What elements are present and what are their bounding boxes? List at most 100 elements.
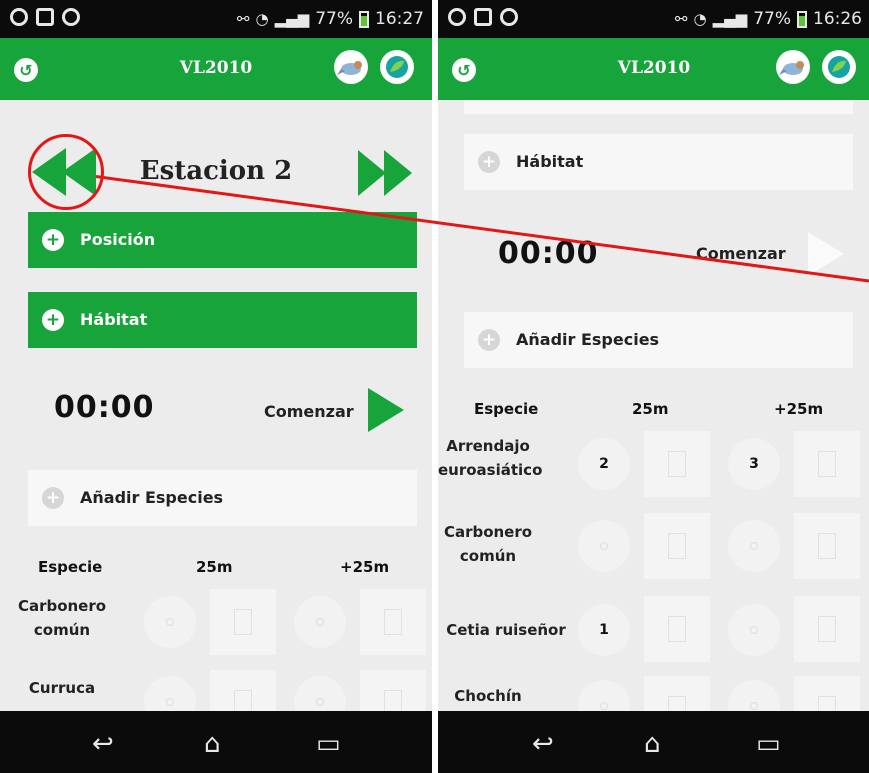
start-button[interactable] — [808, 232, 844, 276]
clock: 16:26 — [813, 9, 862, 29]
home-icon[interactable]: ⌂ — [644, 729, 661, 759]
calculator-plus25m-button[interactable] — [360, 670, 426, 711]
plus25m-column-header: +25m — [340, 558, 390, 576]
add-species-section[interactable]: + Añadir Especies — [28, 470, 417, 526]
notification-icon — [448, 8, 466, 26]
image-icon — [36, 8, 54, 26]
calculator-25m-button[interactable] — [210, 670, 276, 711]
25m-column-header: 25m — [632, 400, 669, 418]
plus-icon: + — [478, 151, 500, 173]
count-plus25m[interactable] — [728, 604, 780, 656]
calculator-icon — [234, 609, 252, 635]
calculator-25m-button[interactable] — [644, 676, 710, 711]
leaf-icon — [828, 56, 850, 78]
leaf-button[interactable] — [822, 50, 856, 84]
battery-percent: 77% — [315, 9, 353, 29]
system-nav-bar: ↩ ⌂ ▭ — [438, 711, 869, 773]
leaf-button[interactable] — [380, 50, 414, 84]
count-25m[interactable] — [144, 676, 196, 711]
calculator-icon — [668, 533, 686, 559]
calculator-25m-button[interactable] — [644, 596, 710, 662]
calculator-icon — [668, 696, 686, 711]
notification-icon — [500, 8, 518, 26]
habitat-section[interactable]: + Hábitat — [28, 292, 417, 348]
position-section[interactable]: + Posición — [28, 212, 417, 268]
battery-icon — [797, 10, 807, 28]
plus25m-column-header: +25m — [774, 400, 824, 418]
leaf-icon — [386, 56, 408, 78]
signal-icon: ▂▄▆ — [274, 10, 310, 28]
species-name: Cetia ruiseñor — [446, 621, 566, 639]
status-bar: ⚯ ◔ ▂▄▆ 77% 16:26 — [438, 0, 869, 38]
app-bar: ↺ VL2010 — [0, 38, 432, 100]
mute-icon: ⚯ — [236, 10, 250, 28]
calculator-plus25m-button[interactable] — [794, 596, 860, 662]
count-25m[interactable] — [578, 680, 630, 711]
calculator-25m-button[interactable] — [644, 431, 710, 497]
system-nav-bar: ↩ ⌂ ▭ — [0, 711, 432, 773]
calculator-icon — [818, 451, 836, 477]
notification-icon — [62, 8, 80, 26]
calculator-icon — [668, 451, 686, 477]
wifi-icon: ◔ — [693, 10, 707, 28]
species-name: Arrendajo euroasiático — [438, 437, 543, 479]
calculator-plus25m-button[interactable] — [794, 431, 860, 497]
plus-icon: + — [42, 229, 64, 251]
calculator-25m-button[interactable] — [644, 513, 710, 579]
signal-icon: ▂▄▆ — [712, 10, 748, 28]
calculator-icon — [234, 690, 252, 711]
habitat-label: Hábitat — [80, 310, 148, 329]
add-species-section[interactable]: + Añadir Especies — [464, 312, 853, 368]
species-column-header: Especie — [38, 558, 103, 576]
recents-icon[interactable]: ▭ — [756, 729, 781, 759]
count-plus25m[interactable]: 3 — [728, 438, 780, 490]
plus-icon: + — [42, 309, 64, 331]
calculator-icon — [818, 696, 836, 711]
main-content: + Hábitat 00:00 Comenzar + Añadir Especi… — [438, 100, 869, 711]
count-25m[interactable] — [578, 520, 630, 572]
habitat-label: Hábitat — [516, 152, 584, 171]
timer: 00:00 — [54, 390, 155, 425]
calculator-plus25m-button[interactable] — [794, 513, 860, 579]
calculator-icon — [668, 616, 686, 642]
count-25m[interactable]: 1 — [578, 604, 630, 656]
count-25m[interactable] — [144, 596, 196, 648]
25m-column-header: 25m — [196, 558, 233, 576]
species-name: Carbonero común — [17, 597, 107, 639]
bird-button[interactable] — [334, 50, 368, 84]
add-species-label: Añadir Especies — [516, 330, 660, 349]
plus-icon: + — [42, 487, 64, 509]
bird-icon — [779, 61, 804, 75]
calculator-25m-button[interactable] — [210, 589, 276, 655]
back-nav-icon[interactable]: ↩ — [532, 729, 554, 759]
battery-percent: 77% — [753, 9, 791, 29]
calculator-icon — [384, 690, 402, 711]
species-name: Chochín — [454, 687, 522, 705]
wifi-icon: ◔ — [255, 10, 269, 28]
habitat-section[interactable]: + Hábitat — [464, 134, 853, 190]
home-icon[interactable]: ⌂ — [204, 729, 221, 759]
scrolled-section — [464, 100, 853, 114]
start-button[interactable] — [368, 388, 404, 432]
count-plus25m[interactable] — [728, 520, 780, 572]
app-bar: ↺ VL2010 — [438, 38, 869, 100]
mute-icon: ⚯ — [674, 10, 688, 28]
next-station-button[interactable] — [358, 148, 414, 198]
bird-button[interactable] — [776, 50, 810, 84]
calculator-icon — [818, 533, 836, 559]
calculator-plus25m-button[interactable] — [794, 676, 860, 711]
species-name: Carbonero común — [443, 523, 533, 565]
image-icon — [474, 8, 492, 26]
recents-icon[interactable]: ▭ — [316, 729, 341, 759]
right-screen: ⚯ ◔ ▂▄▆ 77% 16:26 ↺ VL2010 + Hábitat 00:… — [438, 0, 869, 773]
notification-icon — [10, 8, 28, 26]
status-bar: ⚯ ◔ ▂▄▆ 77% 16:27 — [0, 0, 432, 38]
species-name: Curruca — [28, 679, 96, 697]
calculator-plus25m-button[interactable] — [360, 589, 426, 655]
plus-icon: + — [478, 329, 500, 351]
count-plus25m[interactable] — [728, 680, 780, 711]
count-25m[interactable]: 2 — [578, 438, 630, 490]
back-nav-icon[interactable]: ↩ — [92, 729, 114, 759]
count-plus25m[interactable] — [294, 676, 346, 711]
count-plus25m[interactable] — [294, 596, 346, 648]
